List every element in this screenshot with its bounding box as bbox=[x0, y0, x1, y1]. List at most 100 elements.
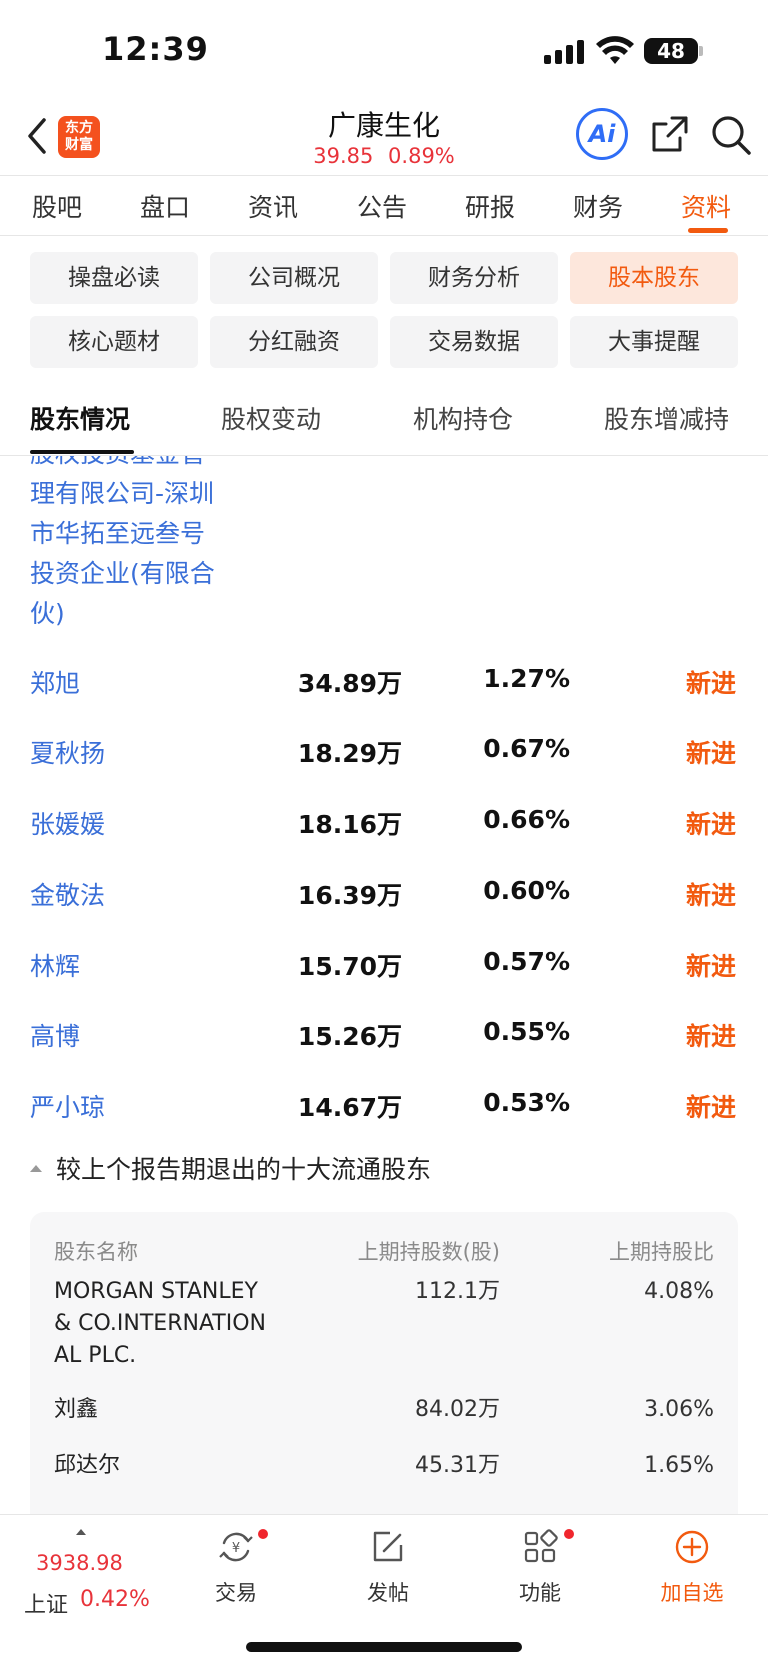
tab-shareholder-status[interactable]: 股东情况 bbox=[30, 400, 130, 436]
exited-holder-shares: 84.02万 bbox=[415, 1397, 500, 1422]
index-name: 上证 bbox=[24, 1593, 69, 1618]
exited-holder-ratio: 1.65% bbox=[644, 1453, 714, 1478]
holder-shares: 15.70万 bbox=[297, 952, 402, 981]
svg-text:¥: ¥ bbox=[232, 1541, 240, 1556]
tab-holder-increase-decrease[interactable]: 股东增减持 bbox=[604, 400, 729, 436]
holder-name-link-partial[interactable]: 股权投资基金管 理有限公司-深圳 市华拓至远叁号 投资企业(有限合 伙) bbox=[30, 456, 240, 634]
holder-shares: 15.26万 bbox=[297, 1022, 402, 1051]
trade-button[interactable]: ¥ 交易 bbox=[186, 1529, 286, 1607]
caret-up-icon bbox=[30, 1164, 42, 1172]
tab-news[interactable]: 资讯 bbox=[248, 188, 298, 224]
holder-name-line: 股权投资基金管 bbox=[30, 456, 240, 474]
holder-name-line: 理有限公司-深圳 bbox=[30, 479, 215, 508]
search-icon[interactable] bbox=[710, 114, 752, 156]
exited-holders-table: 股东名称 上期持股数(股) 上期持股比 MORGAN STANLEY & CO.… bbox=[30, 1212, 738, 1514]
index-change: 0.42% bbox=[80, 1587, 150, 1612]
notification-dot bbox=[258, 1529, 268, 1539]
holder-ratio: 0.67% bbox=[483, 734, 570, 763]
holder-row: 金敬法 16.39万 0.60% 新进 bbox=[0, 876, 768, 946]
tab-pankou[interactable]: 盘口 bbox=[140, 188, 190, 224]
holder-name-link[interactable]: 金敬法 bbox=[30, 876, 105, 912]
holder-change-badge: 新进 bbox=[685, 881, 736, 910]
notification-dot bbox=[564, 1529, 574, 1539]
index-value: 3938.98 bbox=[36, 1551, 123, 1575]
active-tab-indicator bbox=[688, 228, 728, 233]
holder-shares: 16.39万 bbox=[297, 881, 402, 910]
btn-financial-analysis[interactable]: 财务分析 bbox=[390, 252, 558, 304]
battery-icon: 48 bbox=[644, 38, 698, 64]
col-holder-name: 股东名称 bbox=[54, 1240, 138, 1264]
tab-announcements[interactable]: 公告 bbox=[357, 188, 407, 224]
tab-institutional-holdings[interactable]: 机构持仓 bbox=[413, 400, 513, 436]
ai-assistant-button[interactable]: Ai bbox=[576, 108, 628, 160]
main-tab-bar: 股吧 盘口 资讯 公告 研报 财务 资料 bbox=[0, 178, 768, 234]
plus-circle-icon bbox=[675, 1530, 709, 1564]
holder-row: 张媛媛 18.16万 0.66% 新进 bbox=[0, 805, 768, 875]
exited-holder-name: 刘鑫 bbox=[54, 1397, 99, 1422]
holder-row: 夏秋扬 18.29万 0.67% 新进 bbox=[0, 734, 768, 804]
holder-name-line: 伙) bbox=[30, 599, 65, 628]
holder-name-link[interactable]: 严小琼 bbox=[30, 1088, 105, 1124]
holder-shares: 34.89万 bbox=[297, 669, 402, 698]
holder-shares: 14.67万 bbox=[297, 1093, 402, 1122]
exited-holder-shares: 112.1万 bbox=[415, 1279, 500, 1304]
tab-profile[interactable]: 资料 bbox=[681, 188, 731, 224]
holder-change-badge: 新进 bbox=[685, 1022, 736, 1051]
holder-change-badge: 新进 bbox=[685, 810, 736, 839]
btn-equity-shareholders[interactable]: 股本股东 bbox=[570, 252, 738, 304]
grid-apps-icon bbox=[524, 1529, 558, 1563]
functions-button[interactable]: 功能 bbox=[490, 1529, 590, 1607]
tab-finance[interactable]: 财务 bbox=[573, 188, 623, 224]
holder-ratio: 0.66% bbox=[483, 805, 570, 834]
holder-name-link[interactable]: 郑旭 bbox=[30, 664, 80, 700]
holder-ratio: 0.60% bbox=[483, 876, 570, 905]
wifi-icon bbox=[596, 36, 634, 64]
holder-row: 高博 15.26万 0.55% 新进 bbox=[0, 1017, 768, 1087]
stock-change-pct: 0.89% bbox=[388, 144, 455, 168]
tab-equity-changes[interactable]: 股权变动 bbox=[221, 400, 321, 436]
exited-holder-name-line: & CO.INTERNATION bbox=[54, 1311, 266, 1336]
shareholder-content[interactable]: 股权投资基金管 理有限公司-深圳 市华拓至远叁号 投资企业(有限合 伙) 郑旭 … bbox=[0, 456, 768, 1514]
exited-holder-ratio: 4.08% bbox=[644, 1279, 714, 1304]
add-watchlist-label: 加自选 bbox=[660, 1581, 724, 1605]
status-time: 12:39 bbox=[102, 30, 209, 68]
holder-row: 郑旭 34.89万 1.27% 新进 bbox=[0, 664, 768, 734]
exited-holder-name: 邱达尔 bbox=[54, 1453, 121, 1478]
holder-row: 严小琼 14.67万 0.53% 新进 bbox=[0, 1088, 768, 1158]
trade-label: 交易 bbox=[215, 1581, 257, 1605]
tab-guba[interactable]: 股吧 bbox=[32, 188, 82, 224]
holder-name-link[interactable]: 林辉 bbox=[30, 947, 80, 983]
holder-name-link[interactable]: 高博 bbox=[30, 1017, 80, 1053]
holder-ratio: 1.27% bbox=[483, 664, 570, 693]
exited-holders-toggle[interactable]: 较上个报告期退出的十大流通股东 bbox=[30, 1150, 431, 1186]
stock-price: 39.85 bbox=[313, 144, 374, 168]
holder-ratio: 0.57% bbox=[483, 947, 570, 976]
holder-change-badge: 新进 bbox=[685, 669, 736, 698]
share-icon[interactable] bbox=[650, 114, 690, 154]
holder-shares: 18.16万 bbox=[297, 810, 402, 839]
holder-shares: 18.29万 bbox=[297, 739, 402, 768]
exited-holder-shares: 45.31万 bbox=[415, 1453, 500, 1478]
tab-research[interactable]: 研报 bbox=[465, 188, 515, 224]
holder-ratio: 0.53% bbox=[483, 1088, 570, 1117]
exited-holder-name: MORGAN STANLEY & CO.INTERNATION AL PLC. bbox=[54, 1276, 294, 1372]
holder-tab-indicator bbox=[30, 450, 134, 454]
post-label: 发帖 bbox=[367, 1581, 409, 1605]
tabs-divider bbox=[0, 235, 768, 236]
col-prev-shares: 上期持股数(股) bbox=[357, 1240, 500, 1264]
home-indicator[interactable] bbox=[246, 1642, 522, 1652]
holder-change-badge: 新进 bbox=[685, 739, 736, 768]
btn-trading-must-read[interactable]: 操盘必读 bbox=[30, 252, 198, 304]
add-watchlist-button[interactable]: 加自选 bbox=[642, 1529, 742, 1607]
btn-event-reminders[interactable]: 大事提醒 bbox=[570, 316, 738, 368]
btn-trading-data[interactable]: 交易数据 bbox=[390, 316, 558, 368]
btn-company-overview[interactable]: 公司概况 bbox=[210, 252, 378, 304]
post-button[interactable]: 发帖 bbox=[338, 1529, 438, 1607]
btn-dividend-financing[interactable]: 分红融资 bbox=[210, 316, 378, 368]
exited-holder-name-line: MORGAN STANLEY bbox=[54, 1279, 258, 1304]
compose-icon bbox=[373, 1531, 403, 1562]
holder-name-link[interactable]: 张媛媛 bbox=[30, 805, 105, 841]
holder-change-badge: 新进 bbox=[685, 952, 736, 981]
btn-core-themes[interactable]: 核心题材 bbox=[30, 316, 198, 368]
holder-name-link[interactable]: 夏秋扬 bbox=[30, 734, 105, 770]
